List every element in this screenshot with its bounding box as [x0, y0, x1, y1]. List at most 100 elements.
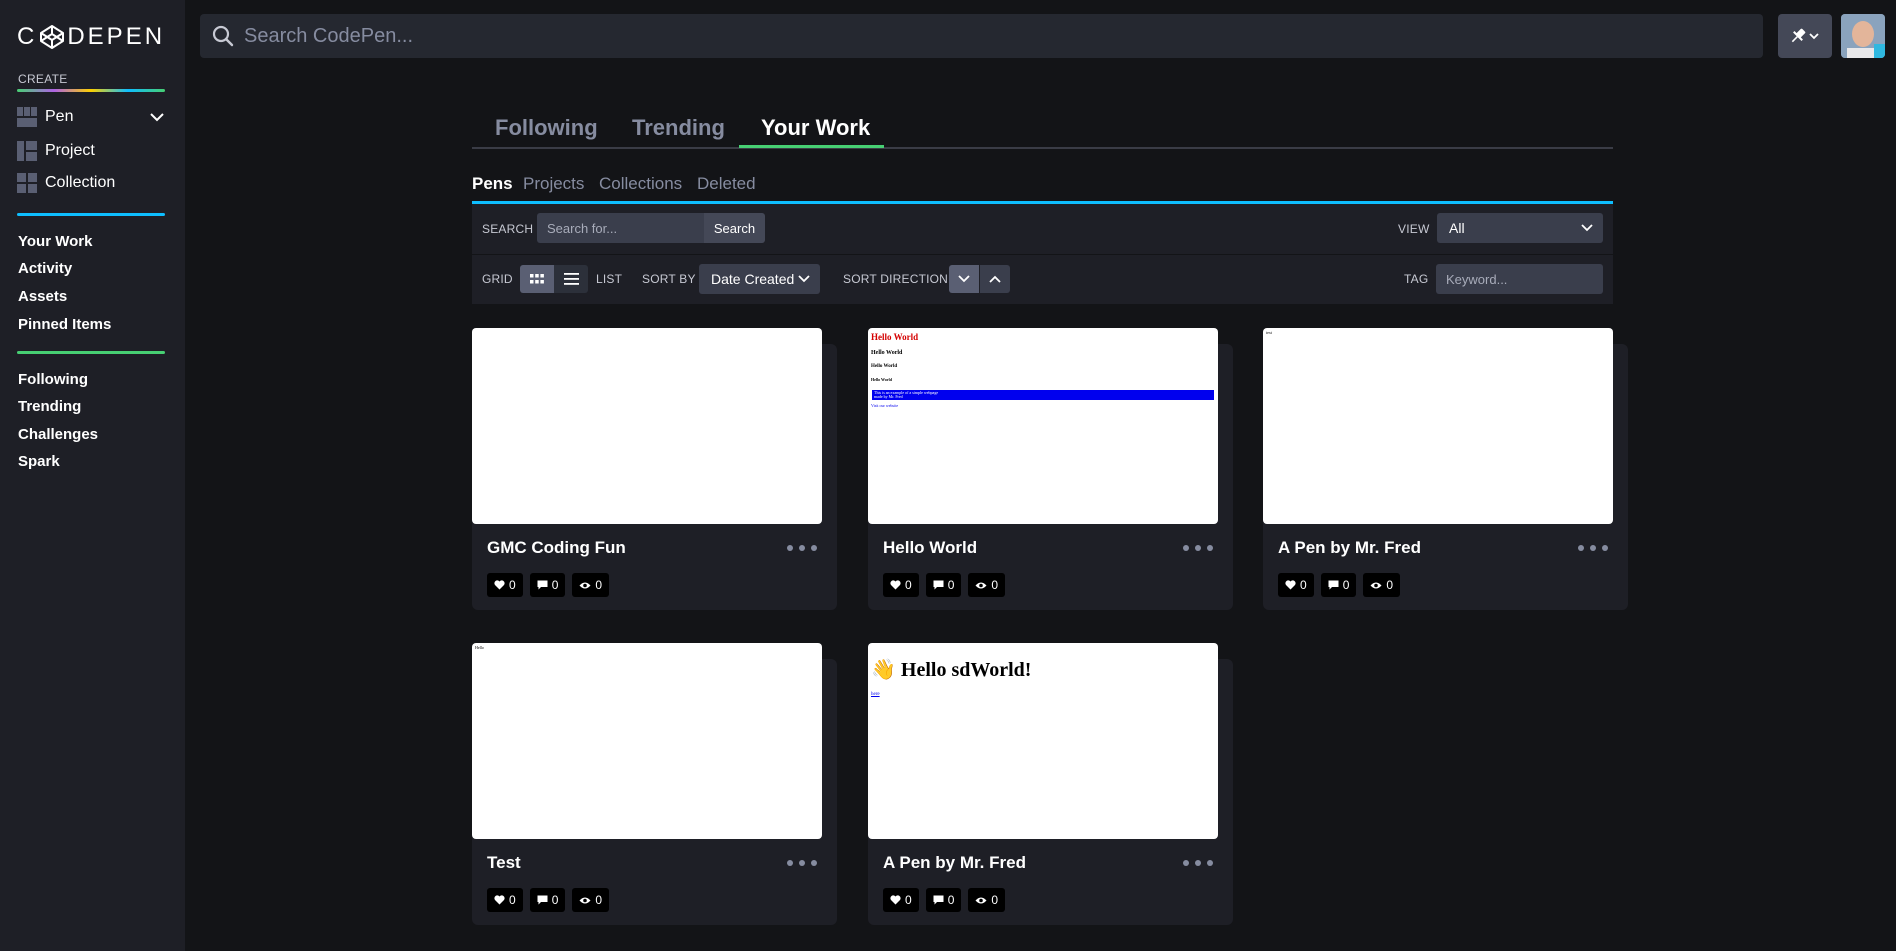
sort-ascending-button[interactable] [980, 265, 1010, 293]
pen-card[interactable]: Hello Test 0 0 0 [472, 643, 837, 925]
comment-count: 0 [947, 893, 955, 907]
user-avatar[interactable] [1841, 14, 1885, 58]
like-button[interactable]: 0 [487, 573, 523, 597]
more-options-button[interactable] [787, 541, 817, 555]
create-project-label: Project [45, 142, 95, 159]
codepen-logo[interactable]: C DEPEN [17, 22, 165, 52]
grid-icon [530, 274, 544, 284]
view-select[interactable]: All [1437, 213, 1603, 243]
pen-title[interactable]: A Pen by Mr. Fred [883, 853, 1026, 873]
pen-preview[interactable]: Hello World Hello World Hello World Hell… [868, 328, 1218, 524]
tab-pens[interactable]: Pens [472, 174, 513, 194]
create-collection-label: Collection [45, 174, 116, 191]
create-collection-button[interactable]: Collection [17, 171, 165, 195]
pen-preview[interactable] [472, 328, 822, 524]
list-label: LIST [596, 272, 623, 286]
sidebar-item-pinned-items[interactable]: Pinned Items [18, 315, 111, 335]
preview-blue-block: This is an example of a simple webpage m… [872, 390, 1214, 400]
view-count: 0 [991, 578, 999, 592]
like-button[interactable]: 0 [487, 888, 523, 912]
comments-button[interactable]: 0 [529, 573, 566, 597]
more-options-button[interactable] [1578, 541, 1608, 555]
pen-icon [17, 107, 37, 127]
hello-sdworld-preview: 👋 Hello sdWorld! here [868, 643, 1218, 711]
views-button[interactable]: 0 [572, 888, 610, 912]
sort-direction-label: SORT DIRECTION [843, 272, 949, 286]
nav-divider-green [17, 351, 165, 354]
tab-trending[interactable]: Trending [632, 112, 725, 144]
views-button[interactable]: 0 [572, 573, 610, 597]
heart-icon [494, 580, 505, 590]
comments-button[interactable]: 0 [925, 888, 962, 912]
grid-view-button[interactable] [520, 265, 554, 293]
create-pen-button[interactable]: Pen [17, 105, 165, 129]
search-label: SEARCH [482, 222, 534, 236]
pen-title[interactable]: Hello World [883, 538, 977, 558]
eye-icon [579, 897, 591, 903]
like-button[interactable]: 0 [1278, 573, 1314, 597]
sort-descending-button[interactable] [949, 265, 979, 293]
chevron-down-icon [798, 275, 810, 283]
sort-by-select[interactable]: Date Created [699, 264, 820, 294]
project-icon [17, 141, 37, 161]
pen-title[interactable]: A Pen by Mr. Fred [1278, 538, 1421, 558]
views-button[interactable]: 0 [968, 573, 1006, 597]
views-button[interactable]: 0 [1363, 573, 1401, 597]
comment-count: 0 [947, 578, 955, 592]
sidebar-item-assets[interactable]: Assets [18, 287, 67, 307]
preview-link: here [871, 692, 880, 697]
pen-search-input[interactable] [537, 213, 704, 243]
pen-card[interactable]: Hello World Hello World Hello World Hell… [868, 328, 1233, 610]
comment-count: 0 [1342, 578, 1350, 592]
pen-preview[interactable]: 👋 Hello sdWorld! here [868, 643, 1218, 839]
more-options-button[interactable] [1183, 541, 1213, 555]
more-options-button[interactable] [1183, 856, 1213, 870]
tab-following[interactable]: Following [495, 112, 598, 144]
pen-card[interactable]: text A Pen by Mr. Fred 0 0 0 [1263, 328, 1628, 610]
comments-button[interactable]: 0 [529, 888, 566, 912]
comment-count: 0 [551, 893, 559, 907]
heart-icon [1285, 580, 1296, 590]
comments-button[interactable]: 0 [925, 573, 962, 597]
list-view-button[interactable] [554, 265, 588, 293]
create-divider [17, 89, 165, 92]
global-search-bar[interactable] [200, 14, 1763, 58]
pen-preview[interactable]: Hello [472, 643, 822, 839]
chevron-down-icon[interactable] [149, 109, 165, 125]
like-button[interactable]: 0 [883, 888, 919, 912]
sort-by-value: Date Created [711, 271, 795, 287]
tag-input[interactable] [1436, 264, 1603, 294]
tab-collections[interactable]: Collections [599, 174, 682, 194]
views-button[interactable]: 0 [968, 888, 1006, 912]
tab-deleted[interactable]: Deleted [697, 174, 756, 194]
nav-divider-blue [17, 213, 165, 216]
more-options-button[interactable] [787, 856, 817, 870]
tab-your-work[interactable]: Your Work [761, 112, 870, 144]
like-button[interactable]: 0 [883, 573, 919, 597]
sidebar-item-following[interactable]: Following [18, 370, 88, 390]
like-count: 0 [905, 578, 912, 592]
pen-card[interactable]: 👋 Hello sdWorld! here A Pen by Mr. Fred … [868, 643, 1233, 925]
pen-card[interactable]: GMC Coding Fun 0 0 0 [472, 328, 837, 610]
create-project-button[interactable]: Project [17, 139, 165, 163]
pen-title[interactable]: GMC Coding Fun [487, 538, 626, 558]
sidebar-item-trending[interactable]: Trending [18, 397, 81, 417]
sort-by-label: SORT BY [642, 272, 696, 286]
pen-search-button[interactable]: Search [704, 213, 765, 243]
sidebar-item-challenges[interactable]: Challenges [18, 425, 98, 445]
pen-stats: 0 0 0 [487, 573, 610, 597]
global-search-input[interactable] [244, 24, 1644, 48]
sidebar-item-your-work[interactable]: Your Work [18, 232, 92, 252]
sidebar-item-spark[interactable]: Spark [18, 452, 60, 472]
preview-h4: Hello World [871, 377, 892, 382]
list-icon [563, 273, 579, 285]
sidebar-item-activity[interactable]: Activity [18, 259, 72, 279]
pen-preview[interactable]: text [1263, 328, 1613, 524]
pinned-items-button[interactable] [1778, 14, 1832, 58]
filter-divider [472, 254, 1613, 255]
tab-projects[interactable]: Projects [523, 174, 584, 194]
pen-title[interactable]: Test [487, 853, 521, 873]
active-tab-indicator [739, 145, 884, 148]
comments-button[interactable]: 0 [1320, 573, 1357, 597]
preview-heading: 👋 Hello sdWorld! [871, 659, 1032, 681]
